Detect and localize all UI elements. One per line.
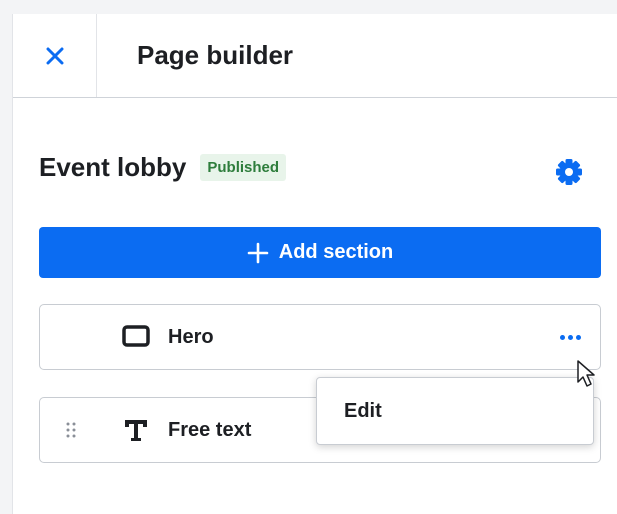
- plus-icon: [247, 242, 269, 263]
- section-context-menu: Edit: [316, 377, 594, 445]
- page-info-row: Event lobby Published: [39, 147, 607, 187]
- drag-handle-icon[interactable]: [66, 422, 76, 438]
- page-title: Event lobby: [39, 151, 187, 182]
- gear-icon[interactable]: [556, 159, 582, 185]
- section-item-hero[interactable]: Hero: [39, 304, 601, 370]
- page-builder-panel: Page builder Event lobby Published Add s…: [12, 14, 617, 514]
- section-label-hero: Hero: [168, 326, 214, 348]
- menu-item-edit[interactable]: Edit: [344, 378, 382, 444]
- add-section-button[interactable]: Add section: [39, 227, 601, 278]
- more-options-button[interactable]: [556, 327, 584, 347]
- hero-rectangle-icon: [122, 325, 150, 347]
- close-icon: [46, 47, 63, 64]
- more-horizontal-icon: [559, 334, 565, 340]
- text-t-icon: [125, 420, 147, 441]
- panel-title: Page builder: [137, 40, 294, 70]
- panel-header: Page builder: [13, 14, 617, 98]
- mouse-pointer-icon: [577, 360, 595, 387]
- section-label-free-text: Free text: [168, 419, 252, 441]
- status-badge: Published: [200, 153, 287, 181]
- close-button[interactable]: [13, 14, 97, 97]
- add-section-label: Add section: [278, 241, 394, 263]
